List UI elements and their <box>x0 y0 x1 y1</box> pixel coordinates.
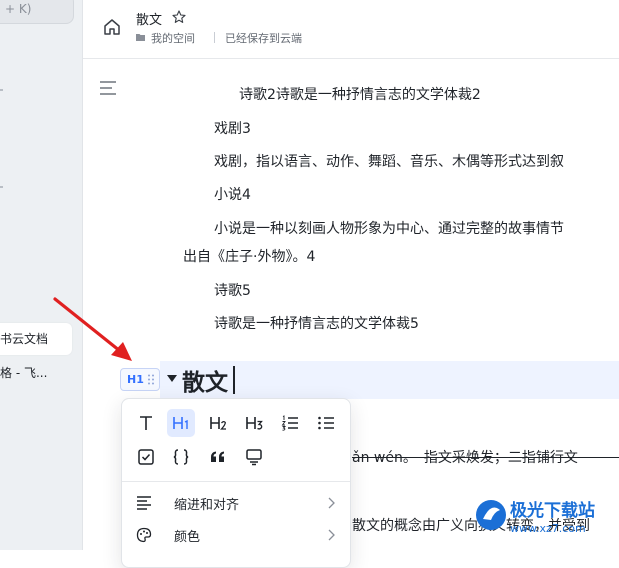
doc-paragraph: 诗歌5 <box>214 283 251 299</box>
sidebar-marker <box>0 186 3 188</box>
doc-paragraph: 小说是一种以刻画人物形象为中心、通过完整的故事情节 <box>214 221 564 237</box>
align-left-icon <box>137 496 151 510</box>
heading-2-icon <box>210 417 226 430</box>
watermark-logo-icon <box>476 500 506 530</box>
doc-paragraph: 戏剧3 <box>214 121 251 137</box>
save-status: 已经保存到云端 <box>225 32 302 45</box>
red-arrow-annotation <box>53 297 132 361</box>
quote-icon <box>211 451 224 462</box>
code-block-icon <box>173 449 189 465</box>
sidebar-search[interactable]: + K) <box>0 0 74 24</box>
star-icon[interactable] <box>171 9 187 25</box>
menu-divider <box>122 481 350 482</box>
search-shortcut-hint: + K) <box>5 2 32 16</box>
menu-item-label: 缩进和对齐 <box>174 498 240 513</box>
doc-title[interactable]: 散文 <box>136 9 162 28</box>
home-icon[interactable] <box>101 16 123 38</box>
callout-icon <box>246 449 262 466</box>
heading-text[interactable]: 散文 <box>182 363 228 397</box>
sidebar: + K) 书云文档 格 - 飞... <box>0 0 83 550</box>
strikethrough-line <box>352 457 619 458</box>
ordered-list-button[interactable] <box>276 409 304 437</box>
checkbox-button[interactable] <box>132 443 160 471</box>
menu-item-label: 颜色 <box>174 530 201 545</box>
block-format-menu: 缩进和对齐 颜色 <box>121 398 351 568</box>
breadcrumb[interactable]: 我的空间 <box>151 30 195 46</box>
chevron-right-icon <box>328 497 335 509</box>
sidebar-marker <box>0 89 3 91</box>
quote-button[interactable] <box>204 443 232 471</box>
text-format-button[interactable] <box>132 409 160 437</box>
collapse-triangle-icon[interactable] <box>167 375 177 383</box>
heading-3-button[interactable] <box>240 409 268 437</box>
bullet-list-icon <box>318 416 334 430</box>
watermark-url: www.xz7.com <box>510 522 586 535</box>
doc-paragraph: 戏剧，指以语言、动作、舞蹈、音乐、木偶等形式达到叙 <box>214 154 564 170</box>
code-block-button[interactable] <box>167 443 195 471</box>
heading-2-button[interactable] <box>204 409 232 437</box>
text-icon <box>140 416 152 430</box>
chevron-right-icon <box>328 529 335 541</box>
doc-paragraph: 诗歌2诗歌是一种抒情言志的文学体裁2 <box>239 87 481 103</box>
heading-1-button[interactable] <box>167 409 195 437</box>
checkbox-icon <box>138 449 154 465</box>
watermark-title: 极光下载站 <box>510 501 595 521</box>
heading-3-icon <box>246 417 263 430</box>
color-menu-item[interactable]: 颜色 <box>122 520 350 550</box>
heading-highlight <box>160 361 619 399</box>
ordered-list-icon <box>281 415 298 431</box>
doc-paragraph: 出自《庄子·外物》。4 <box>183 249 316 265</box>
watermark-logo: 极光下载站 www.xz7.com <box>470 492 619 550</box>
doc-paragraph: 诗歌是一种抒情言志的文学体裁5 <box>214 316 419 332</box>
drag-handle-icon[interactable] <box>148 374 154 385</box>
outline-icon[interactable] <box>100 81 116 95</box>
heading-1-icon <box>173 417 188 429</box>
bullet-list-button[interactable] <box>312 409 340 437</box>
folder-icon <box>136 34 145 41</box>
doc-header: 散文 我的空间 已经保存到云端 <box>83 0 619 59</box>
palette-icon <box>136 527 152 543</box>
header-divider <box>214 32 215 43</box>
indent-align-menu-item[interactable]: 缩进和对齐 <box>122 488 350 518</box>
callout-button[interactable] <box>240 443 268 471</box>
doc-paragraph: 小说4 <box>214 187 251 203</box>
text-caret <box>233 366 235 394</box>
